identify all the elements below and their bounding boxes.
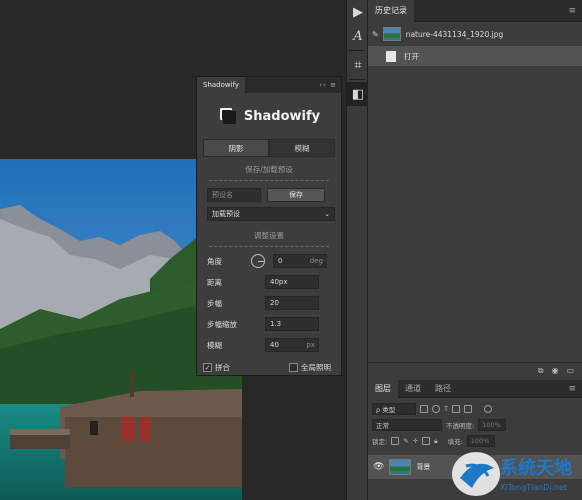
panel-menu-icon[interactable]: ≡ <box>568 6 582 16</box>
save-preset-button[interactable]: 保存 <box>267 188 325 202</box>
step-scale-label: 步幅缩放 <box>207 319 237 329</box>
options-row: ✓ 拼合 全局照明 <box>203 360 331 374</box>
filter-toggle-icon[interactable] <box>483 405 492 413</box>
opacity-label: 不透明度: <box>446 422 475 430</box>
global-light-check-box[interactable] <box>289 362 298 372</box>
panel-icon-strip: ▶ A ⌗ ◧ <box>346 0 369 500</box>
step-scale-row: 步幅缩放 1.3 <box>207 317 331 331</box>
step-scale-input[interactable]: 1.3 <box>265 317 319 331</box>
type-filter-icon[interactable]: T <box>444 405 448 413</box>
layer-thumbnail <box>389 459 412 475</box>
global-light-checkbox[interactable]: 全局照明 <box>289 362 331 373</box>
history-footer: ⧉ ◉ ▭ <box>368 362 582 378</box>
shadowify-panel: Shadowify ›› ≡ Shadowify 阴影 模糊 保存/加载预设 保… <box>196 76 342 376</box>
camera-icon[interactable]: ◉ <box>551 366 558 375</box>
steps-input[interactable]: 20 <box>265 296 319 310</box>
document-icon <box>386 50 396 62</box>
blend-row: 正常 不透明度: 100% <box>368 417 582 433</box>
shadowify-title: Shadowify <box>243 108 321 124</box>
smart-object-filter-icon[interactable] <box>463 405 472 413</box>
blur-label: 模糊 <box>207 340 222 350</box>
brush-history-icon[interactable]: ✎ <box>372 30 379 39</box>
step-scale-field[interactable]: 1.3 <box>265 317 319 331</box>
load-preset-select[interactable]: 加载预设 ⌄ <box>207 207 335 221</box>
history-tabbar: 历史记录 ≡ <box>368 0 582 22</box>
preset-name-input[interactable] <box>207 188 261 202</box>
merge-label: 拼合 <box>215 362 230 372</box>
opacity-field[interactable]: 100% <box>478 419 507 431</box>
lock-label: 锁定: <box>372 438 388 446</box>
blur-field[interactable]: 40 px <box>265 338 319 352</box>
chevron-down-icon: ⌄ <box>324 210 330 218</box>
steps-field[interactable]: 20 <box>265 296 319 310</box>
tab-channels[interactable]: 通道 <box>398 380 428 398</box>
tab-shadow[interactable]: 阴影 <box>203 139 269 157</box>
tab-layers[interactable]: 图层 <box>368 379 398 398</box>
merge-check-box[interactable]: ✓ <box>203 362 212 372</box>
distance-label: 距离 <box>207 277 222 287</box>
merge-checkbox[interactable]: ✓ 拼合 <box>203 362 230 373</box>
trash-icon[interactable]: ▭ <box>566 366 574 375</box>
tab-blur[interactable]: 模糊 <box>269 139 335 157</box>
blend-mode-select[interactable]: 正常 <box>372 419 442 431</box>
history-state-label: 打开 <box>404 51 419 61</box>
angle-field[interactable]: 0 deg <box>273 254 327 268</box>
layers-tabbar: 图层 通道 路径 ≡ <box>368 379 582 398</box>
watermark-logo: 系统天地 XiTongTianDi.net <box>452 452 572 496</box>
shadowify-titlebar[interactable]: Shadowify ›› ≡ <box>197 77 341 93</box>
distance-input[interactable]: 40px <box>265 275 319 289</box>
layer-filter-select[interactable]: ρ 类型 <box>372 403 416 415</box>
play-icon[interactable]: ▶ <box>347 0 369 24</box>
adjustment-filter-icon[interactable] <box>432 405 440 413</box>
layer-filter-row: ρ 类型 T <box>368 401 582 417</box>
preset-section-heading: 保存/加载预设 <box>245 165 293 174</box>
distance-field[interactable]: 40px <box>265 275 319 289</box>
snapshot-name: nature-4431134_1920.jpg <box>405 29 504 39</box>
panel-menu-icon[interactable]: ≡ <box>568 384 582 394</box>
shadowify-logo-icon <box>218 106 238 126</box>
angle-dial[interactable] <box>251 254 265 268</box>
preset-save-row: 保存 <box>207 188 331 202</box>
angle-unit: deg <box>309 257 323 265</box>
shadowify-icon[interactable]: ◧ <box>347 82 369 106</box>
divider <box>349 50 365 51</box>
snapshot-thumbnail <box>382 27 401 41</box>
right-panel-dock: 历史记录 ≡ ✎ nature-4431134_1920.jpg 打开 ⧉ ◉ … <box>368 0 582 500</box>
lock-position-icon[interactable]: ✛ <box>413 437 418 445</box>
steps-label: 步幅 <box>207 298 222 308</box>
adjust-section-heading: 调整设置 <box>254 231 284 240</box>
eye-icon[interactable]: 👁︎ <box>373 462 384 472</box>
shadowify-mode-tabs: 阴影 模糊 <box>203 139 335 157</box>
new-document-from-state-icon[interactable]: ⧉ <box>538 366 544 376</box>
load-preset-row: 加载预设 ⌄ <box>207 207 335 221</box>
steps-row: 步幅 20 <box>207 296 331 310</box>
shadowify-header: Shadowify <box>197 93 341 139</box>
watermark-title: 系统天地 <box>500 457 572 479</box>
divider <box>209 246 329 247</box>
tab-history[interactable]: 历史记录 <box>368 0 414 22</box>
text-path-icon[interactable]: A <box>347 24 369 48</box>
watermark-url: XiTongTianDi.net <box>500 483 567 492</box>
lock-artboard-icon[interactable] <box>422 437 431 445</box>
layer-name: 背景 <box>416 463 431 471</box>
global-light-label: 全局照明 <box>301 362 331 372</box>
load-preset-label: 加载预设 <box>212 210 240 218</box>
angle-row: 角度 0 deg <box>207 254 331 268</box>
distance-row: 距离 40px <box>207 275 331 289</box>
tab-shadowify[interactable]: Shadowify <box>197 77 246 93</box>
pixel-filter-icon[interactable] <box>420 405 428 413</box>
divider <box>349 79 365 80</box>
lock-transparent-icon[interactable] <box>391 437 400 445</box>
lock-paint-icon[interactable]: ✎ <box>403 437 408 445</box>
history-snapshot[interactable]: ✎ nature-4431134_1920.jpg <box>368 22 582 46</box>
blur-row: 模糊 40 px <box>207 338 331 352</box>
blur-unit: px <box>306 341 315 349</box>
site-watermark: 系统天地 XiTongTianDi.net <box>436 438 582 500</box>
crop-icon[interactable]: ⌗ <box>347 53 369 77</box>
panel-collapse-icon[interactable]: ›› ≡ <box>319 81 341 89</box>
tab-paths[interactable]: 路径 <box>428 380 458 398</box>
history-state-item[interactable]: 打开 <box>368 46 582 66</box>
shape-filter-icon[interactable] <box>451 405 460 413</box>
divider <box>209 180 329 181</box>
